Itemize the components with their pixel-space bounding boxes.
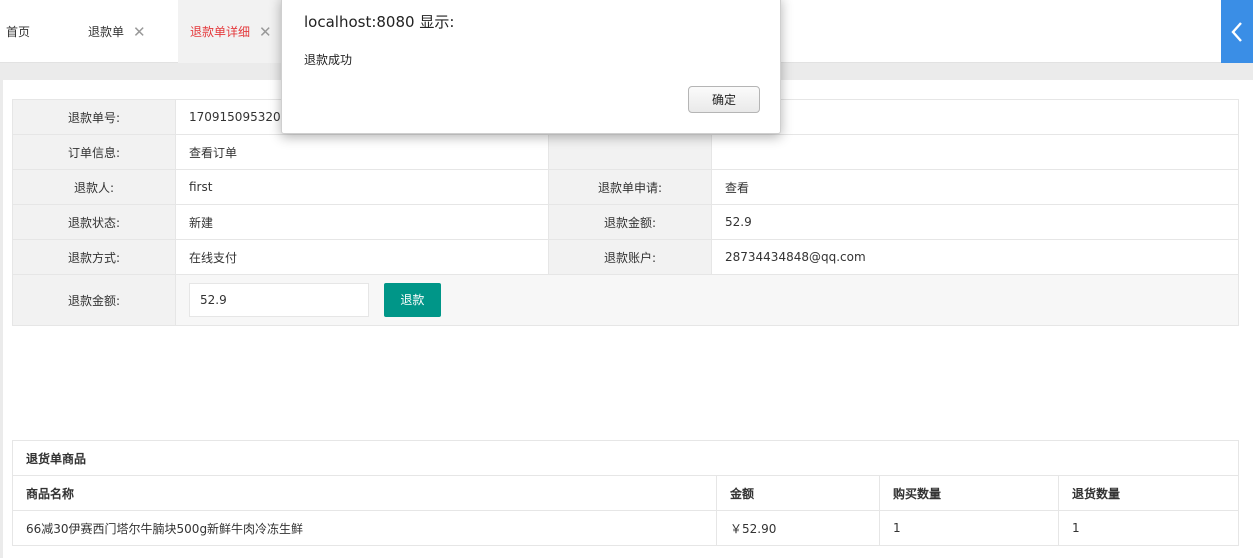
refund-amount-value: 52.9 (711, 204, 1239, 240)
table-row: 66减30伊赛西门塔尔牛腩块500g新鲜牛肉冷冻生鲜 ￥52.90 1 1 (12, 510, 1239, 546)
account-value: 28734434848@qq.com (711, 239, 1239, 275)
refund-no-label: 退款单号: (12, 99, 176, 135)
table-row: 退款人: first 退款单申请: 查看 (12, 169, 1239, 205)
empty-value-cell (711, 134, 1239, 170)
tab-home-label: 首页 (6, 25, 31, 39)
empty-label-cell (548, 134, 712, 170)
goods-buy-qty: 1 (879, 510, 1059, 546)
ok-button[interactable]: 确定 (688, 86, 760, 113)
table-row: 退款方式: 在线支付 退款账户: 28734434848@qq.com (12, 239, 1239, 275)
table-header-row: 商品名称 金额 购买数量 退货数量 (12, 475, 1239, 511)
column-header-return-qty: 退货数量 (1058, 475, 1239, 511)
refund-amount-input[interactable] (189, 283, 369, 317)
goods-name: 66减30伊赛西门塔尔牛腩块500g新鲜牛肉冷冻生鲜 (12, 510, 717, 546)
order-info-label: 订单信息: (12, 134, 176, 170)
table-row: 退款金额: 退款 (12, 274, 1239, 326)
dialog-title: localhost:8080 显示: (304, 13, 455, 31)
return-goods-table: 退货单商品 商品名称 金额 购买数量 退货数量 66减30伊赛西门塔尔牛腩块50… (12, 440, 1239, 546)
goods-return-qty: 1 (1058, 510, 1239, 546)
chevron-left-icon (1231, 21, 1242, 42)
collapse-panel-button[interactable] (1221, 0, 1253, 63)
column-header-buy-qty: 购买数量 (879, 475, 1059, 511)
tab-refund-detail[interactable]: 退款单详细 ✕ (178, 0, 282, 63)
close-icon[interactable]: ✕ (133, 23, 146, 41)
close-icon[interactable]: ✕ (259, 23, 272, 41)
status-value: 新建 (175, 204, 549, 240)
table-caption-row: 退货单商品 (12, 440, 1239, 476)
method-value: 在线支付 (175, 239, 549, 275)
refunder-value: first (175, 169, 549, 205)
alert-dialog: localhost:8080 显示: 退款成功 确定 (281, 0, 781, 134)
tab-refund-list-label: 退款单 (88, 25, 125, 39)
amount-input-cell: 退款 (175, 274, 1239, 326)
refunder-label: 退款人: (12, 169, 176, 205)
dialog-message: 退款成功 (304, 53, 353, 67)
refund-date-value: 5 (711, 99, 1239, 135)
tab-home[interactable]: 首页 (6, 0, 30, 63)
amount-input-label: 退款金额: (12, 274, 176, 326)
column-header-name: 商品名称 (12, 475, 717, 511)
table-row: 订单信息: 查看订单 (12, 134, 1239, 170)
column-header-amount: 金额 (716, 475, 880, 511)
table-row: 退款状态: 新建 退款金额: 52.9 (12, 204, 1239, 240)
view-order-link[interactable]: 查看订单 (175, 134, 549, 170)
tab-refund-list[interactable]: 退款单 ✕ (88, 0, 146, 63)
goods-amount: ￥52.90 (716, 510, 880, 546)
method-label: 退款方式: (12, 239, 176, 275)
tab-refund-detail-label: 退款单详细 (190, 25, 251, 39)
refund-button[interactable]: 退款 (383, 283, 441, 317)
refund-amount-label: 退款金额: (548, 204, 712, 240)
account-label: 退款账户: (548, 239, 712, 275)
goods-caption: 退货单商品 (12, 440, 1239, 476)
content-panel: 退款单号: 170915095320 5 订单信息: 查看订单 退款人: fir… (3, 80, 1253, 558)
status-label: 退款状态: (12, 204, 176, 240)
refund-apply-label: 退款单申请: (548, 169, 712, 205)
view-apply-link[interactable]: 查看 (711, 169, 1239, 205)
